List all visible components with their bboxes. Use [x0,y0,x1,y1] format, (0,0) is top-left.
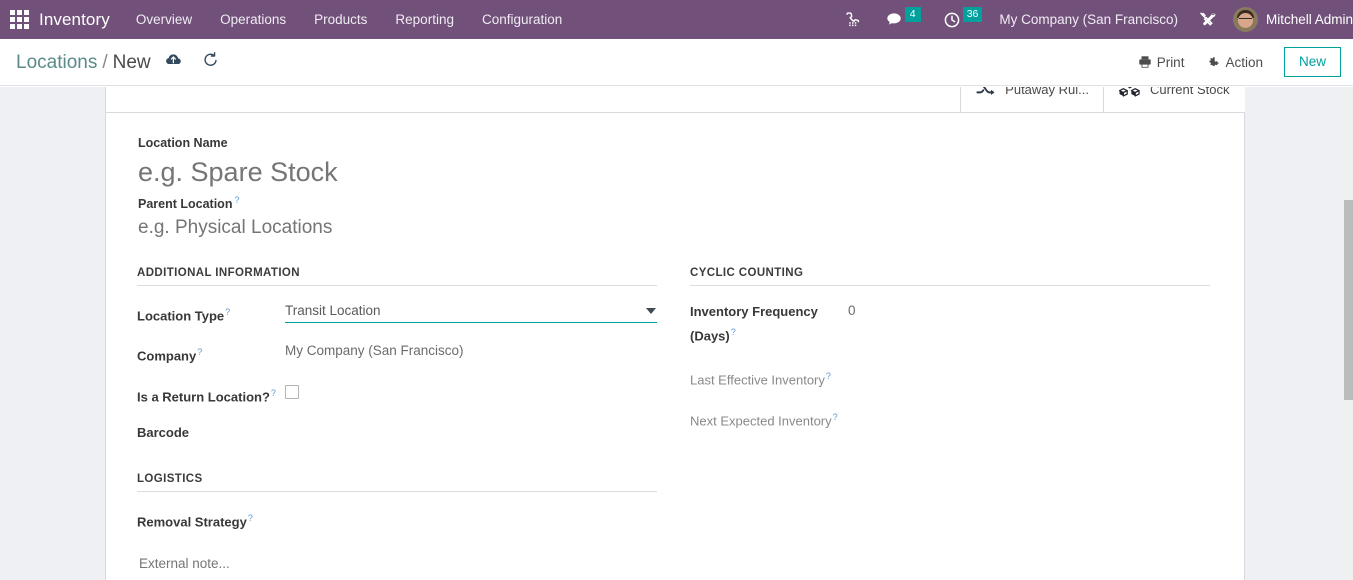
control-panel-actions: Print Action New [1127,47,1353,77]
smart-button-label: Putaway Rul... [1005,87,1089,97]
field-company: Company? My Company (San Francisco) [137,340,657,366]
page-scrollbar-thumb[interactable] [1344,200,1353,400]
field-location-type: Location Type? Transit Location [137,300,657,326]
external-note-input[interactable] [139,556,559,571]
menu-item-products[interactable]: Products [300,0,381,39]
top-navbar: Inventory Overview Operations Products R… [0,0,1353,39]
action-label: Action [1225,55,1263,70]
print-label: Print [1157,55,1185,70]
chevron-down-icon [646,308,656,314]
next-expected-inventory-label: Next Expected Inventory? [690,405,848,431]
field-is-return-location: Is a Return Location?? [137,381,657,407]
smart-button-current-stock[interactable]: Current Stock [1103,87,1245,113]
record-title-block: Location Name Parent Location? [137,134,1215,241]
smart-button-bar: Putaway Rul... Current Stock [106,87,1245,113]
smart-button-putaway-rules[interactable]: Putaway Rul... [960,87,1103,113]
company-label: Company? [137,340,285,366]
breadcrumb-current-record: New [113,52,151,74]
discard-record-icon[interactable] [202,51,219,68]
voip-phone-icon[interactable] [834,0,874,39]
breadcrumb-locations[interactable]: Locations [16,52,97,74]
company-switcher[interactable]: My Company (San Francisco) [993,12,1187,27]
last-effective-inventory-label: Last Effective Inventory? [690,364,848,390]
left-column: ADDITIONAL INFORMATION Location Type? Tr… [137,267,657,571]
field-barcode: Barcode [137,421,657,443]
shuffle-icon [975,87,996,100]
help-icon[interactable]: ? [234,195,239,205]
control-panel: Locations / New [0,39,1353,86]
company-value[interactable]: My Company (San Francisco) [285,340,657,362]
next-expected-inventory-value [848,405,1210,427]
page-scrollbar-track[interactable] [1344,87,1353,580]
inventory-frequency-value[interactable]: 0 [848,300,1210,322]
location-form: Location Name Parent Location? ADDITIONA… [106,114,1245,571]
user-menu[interactable]: Mitchell Admin [1229,7,1353,32]
field-next-expected-inventory: Next Expected Inventory? [690,405,1210,431]
save-record-icon[interactable] [165,51,182,68]
location-type-label: Location Type? [137,300,285,326]
cubes-icon [1118,87,1141,100]
help-icon[interactable]: ? [826,371,831,381]
removal-strategy-label: Removal Strategy? [137,506,285,532]
apps-grid-icon[interactable] [8,9,30,31]
menu-item-reporting[interactable]: Reporting [381,0,468,39]
removal-strategy-value[interactable] [285,506,657,528]
help-icon[interactable]: ? [271,388,276,398]
activities-menu[interactable]: 36 [932,0,994,39]
barcode-value[interactable] [285,421,657,443]
group-title-additional-information: ADDITIONAL INFORMATION [137,267,657,286]
right-column: CYCLIC COUNTING Inventory Frequency (Day… [690,267,1210,571]
location-name-input[interactable] [138,153,758,191]
parent-location-input[interactable] [138,214,658,241]
navbar-systray: 4 36 My Company (San Francisco) Mitchell [834,0,1353,39]
form-view-body: Putaway Rul... Current Stock Location Na… [0,87,1353,580]
gear-icon [1206,55,1220,69]
help-icon[interactable]: ? [248,513,253,523]
new-record-button[interactable]: New [1284,47,1341,77]
app-brand-inventory[interactable]: Inventory [39,10,122,30]
menu-item-configuration[interactable]: Configuration [468,0,576,39]
username-label: Mitchell Admin [1258,12,1353,27]
help-icon[interactable]: ? [833,412,838,422]
messages-menu[interactable]: 4 [874,0,932,39]
field-inventory-frequency: Inventory Frequency (Days)? 0 [690,300,1210,346]
location-type-value: Transit Location [285,303,381,318]
main-menu: Overview Operations Products Reporting C… [122,0,576,39]
location-type-select[interactable]: Transit Location [285,300,657,323]
messages-count-badge: 4 [905,7,921,22]
help-icon[interactable]: ? [731,327,736,337]
parent-location-label: Parent Location? [138,195,239,211]
help-icon[interactable]: ? [197,347,202,357]
location-name-label: Location Name [138,136,228,150]
print-button[interactable]: Print [1127,50,1196,75]
action-button[interactable]: Action [1195,50,1274,75]
form-columns: ADDITIONAL INFORMATION Location Type? Tr… [137,267,1215,571]
activities-count-badge: 36 [963,7,983,22]
smart-button-label: Current Stock [1150,87,1229,97]
breadcrumb: Locations / New [0,51,219,74]
barcode-label: Barcode [137,421,285,443]
printer-icon [1138,55,1152,69]
group-title-logistics: LOGISTICS [137,473,657,492]
inventory-frequency-label: Inventory Frequency (Days)? [690,300,848,346]
last-effective-inventory-value [848,364,1210,386]
breadcrumb-separator: / [97,52,112,74]
group-title-cyclic-counting: CYCLIC COUNTING [690,267,1210,286]
menu-item-operations[interactable]: Operations [206,0,300,39]
field-removal-strategy: Removal Strategy? [137,506,657,532]
menu-item-overview[interactable]: Overview [122,0,206,39]
is-return-location-checkbox[interactable] [285,385,299,399]
developer-tools-icon[interactable] [1187,0,1229,39]
is-return-location-label: Is a Return Location?? [137,381,285,407]
help-icon[interactable]: ? [225,307,230,317]
field-last-effective-inventory: Last Effective Inventory? [690,364,1210,390]
avatar [1233,7,1258,32]
